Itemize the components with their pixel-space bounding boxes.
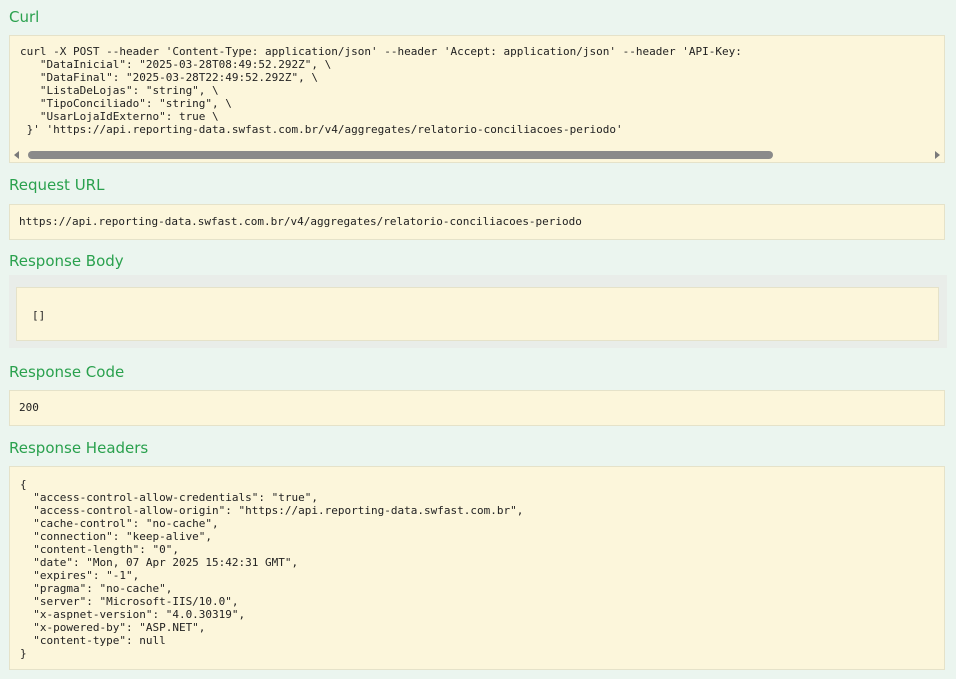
response-headers-box[interactable]: { "access-control-allow-credentials": "t… xyxy=(9,466,945,670)
response-body-value[interactable]: [] xyxy=(32,309,45,322)
request-url-box[interactable]: https://api.reporting-data.swfast.com.br… xyxy=(9,204,945,240)
scrollbar-thumb[interactable] xyxy=(28,151,773,159)
response-body-title: Response Body xyxy=(9,252,124,270)
response-headers-title: Response Headers xyxy=(9,439,149,457)
curl-command[interactable]: curl -X POST --header 'Content-Type: app… xyxy=(10,36,944,136)
scroll-right-arrow-icon[interactable] xyxy=(935,151,940,159)
response-headers-value[interactable]: { "access-control-allow-credentials": "t… xyxy=(10,467,944,660)
response-body-box[interactable]: [] xyxy=(16,287,939,341)
curl-horizontal-scrollbar[interactable] xyxy=(10,148,944,162)
curl-code-box[interactable]: curl -X POST --header 'Content-Type: app… xyxy=(9,35,945,163)
curl-title: Curl xyxy=(9,8,40,26)
response-code-title: Response Code xyxy=(9,363,125,381)
request-url-title: Request URL xyxy=(9,176,105,194)
response-code-box[interactable]: 200 xyxy=(9,390,945,426)
response-body-container: [] xyxy=(9,275,947,348)
scroll-left-arrow-icon[interactable] xyxy=(14,151,19,159)
response-code-value[interactable]: 200 xyxy=(19,401,935,414)
request-url-value[interactable]: https://api.reporting-data.swfast.com.br… xyxy=(19,215,935,228)
